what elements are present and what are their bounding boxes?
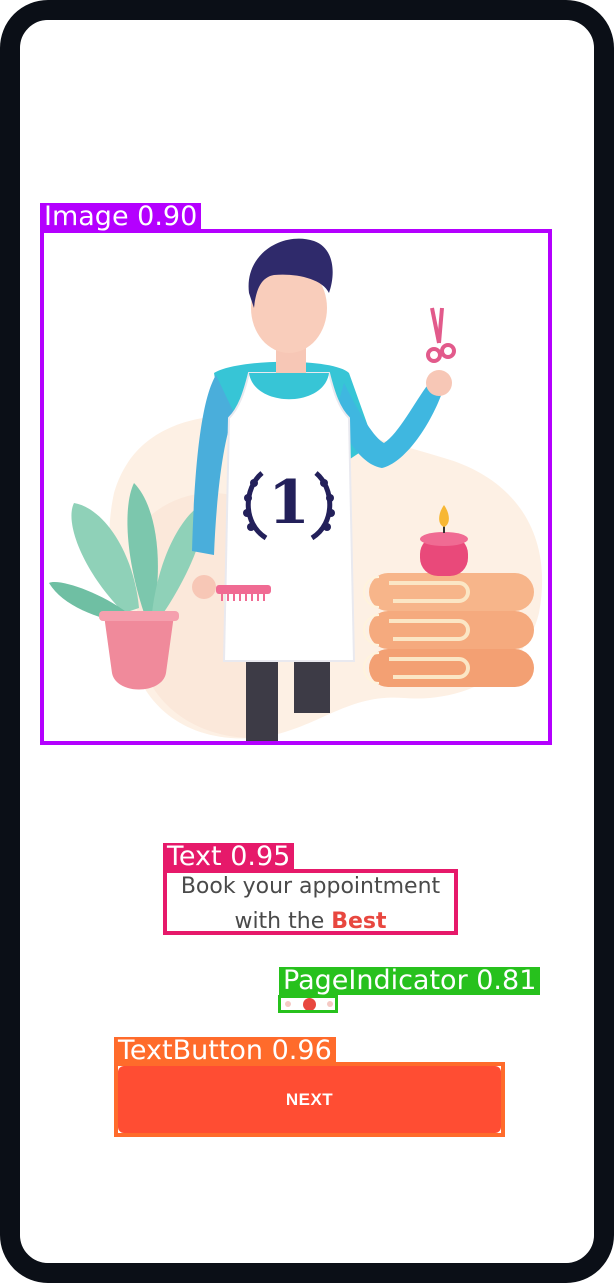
image-detection-box (40, 229, 552, 745)
text-detection-label: Text 0.95 (163, 843, 295, 871)
page-indicator-detection-label: PageIndicator 0.81 (279, 967, 541, 995)
image-detection-label: Image 0.90 (40, 203, 202, 231)
text-button-detection-label: TextButton 0.96 (114, 1037, 336, 1065)
text-detection-box (163, 869, 458, 935)
page-indicator-detection-box (278, 995, 338, 1013)
text-button-detection-box (114, 1062, 505, 1137)
